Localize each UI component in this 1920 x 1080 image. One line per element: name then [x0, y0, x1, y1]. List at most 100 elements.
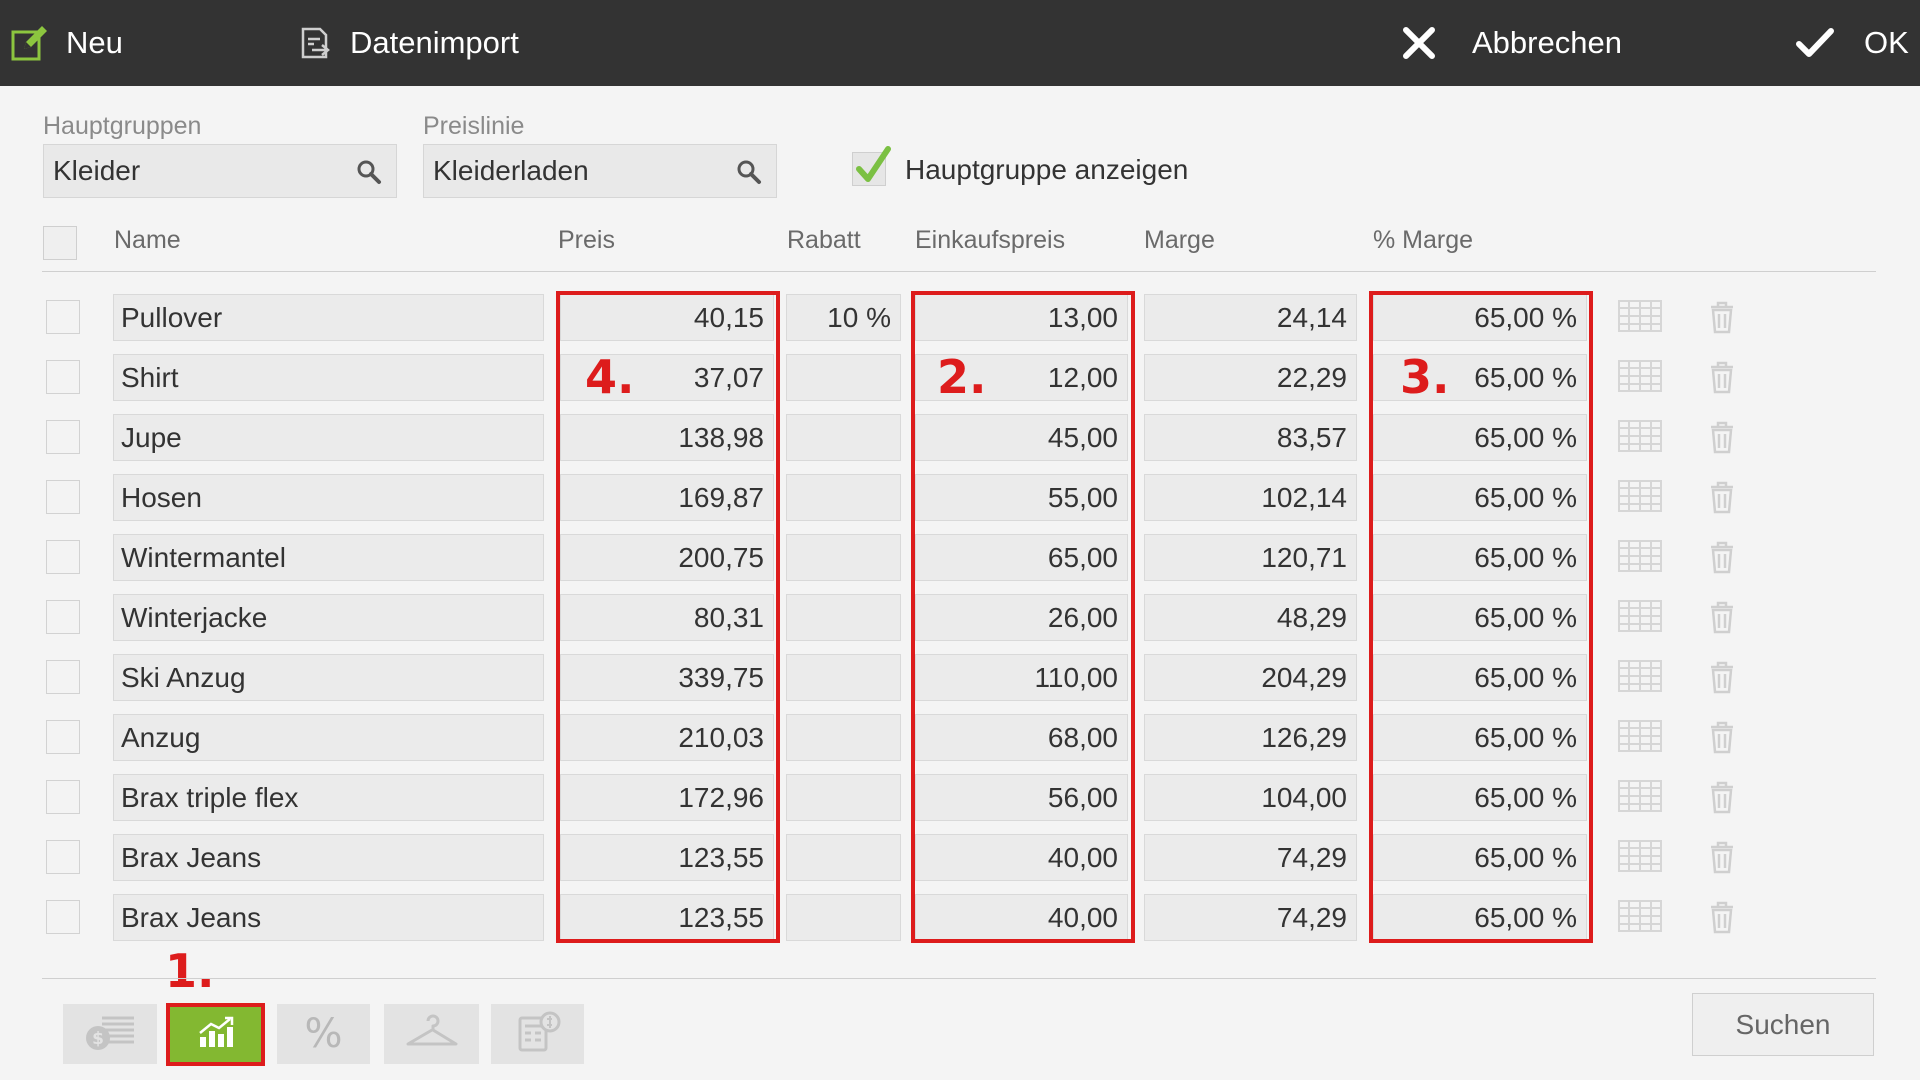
search-button[interactable]: Suchen — [1692, 993, 1874, 1056]
trash-icon[interactable] — [1708, 780, 1736, 819]
margin-percent-cell[interactable]: 65,00 % — [1373, 834, 1587, 881]
column-header-name[interactable]: Name — [114, 226, 181, 255]
grid-table-icon[interactable] — [1618, 600, 1662, 637]
name-cell[interactable]: Hosen — [113, 474, 544, 521]
margin-cell[interactable]: 204,29 — [1144, 654, 1357, 701]
discount-cell[interactable] — [786, 534, 901, 581]
margin-percent-cell[interactable]: 65,00 % — [1373, 894, 1587, 941]
trash-icon[interactable] — [1708, 360, 1736, 399]
row-checkbox[interactable] — [46, 660, 80, 694]
cancel-button[interactable]: Abbrechen — [1402, 0, 1622, 86]
row-checkbox[interactable] — [46, 480, 80, 514]
grid-table-icon[interactable] — [1618, 300, 1662, 337]
purchase-price-cell[interactable]: 26,00 — [915, 594, 1128, 641]
discount-cell[interactable] — [786, 834, 901, 881]
column-header-margin[interactable]: Marge — [1144, 226, 1215, 255]
row-checkbox[interactable] — [46, 420, 80, 454]
trash-icon[interactable] — [1708, 900, 1736, 939]
trash-icon[interactable] — [1708, 480, 1736, 519]
ok-button[interactable]: OK — [1796, 0, 1909, 86]
name-cell[interactable]: Brax Jeans — [113, 894, 544, 941]
price-cell[interactable]: 172,96 — [560, 774, 774, 821]
trash-icon[interactable] — [1708, 720, 1736, 759]
price-cell[interactable]: 210,03 — [560, 714, 774, 761]
trash-icon[interactable] — [1708, 300, 1736, 339]
margin-cell[interactable]: 104,00 — [1144, 774, 1357, 821]
column-header-margin-percent[interactable]: % Marge — [1373, 226, 1473, 255]
discount-cell[interactable] — [786, 894, 901, 941]
search-icon[interactable] — [356, 159, 382, 192]
discount-cell[interactable] — [786, 594, 901, 641]
margin-percent-cell[interactable]: 65,00 % — [1373, 414, 1587, 461]
purchase-price-cell[interactable]: 40,00 — [915, 894, 1128, 941]
grid-table-icon[interactable] — [1618, 780, 1662, 817]
name-cell[interactable]: Shirt — [113, 354, 544, 401]
margin-percent-cell[interactable]: 65,00 % — [1373, 474, 1587, 521]
show-main-group-checkbox[interactable] — [852, 146, 891, 186]
discount-cell[interactable] — [786, 774, 901, 821]
trash-icon[interactable] — [1708, 660, 1736, 699]
price-list-tool-button[interactable]: $ — [63, 1004, 157, 1064]
trash-icon[interactable] — [1708, 600, 1736, 639]
discount-cell[interactable]: 10 % — [786, 294, 901, 341]
margin-cell[interactable]: 102,14 — [1144, 474, 1357, 521]
purchase-price-cell[interactable]: 55,00 — [915, 474, 1128, 521]
purchase-price-cell[interactable]: 13,00 — [915, 294, 1128, 341]
hanger-tool-button[interactable] — [384, 1004, 479, 1064]
discount-cell[interactable] — [786, 414, 901, 461]
main-group-input[interactable]: Kleider — [43, 144, 397, 198]
price-cell[interactable]: 169,87 — [560, 474, 774, 521]
margin-chart-tool-button[interactable] — [170, 1007, 261, 1062]
trash-icon[interactable] — [1708, 420, 1736, 459]
column-header-purchase-price[interactable]: Einkaufspreis — [915, 226, 1065, 255]
margin-cell[interactable]: 22,29 — [1144, 354, 1357, 401]
name-cell[interactable]: Anzug — [113, 714, 544, 761]
purchase-price-cell[interactable]: 56,00 — [915, 774, 1128, 821]
price-calculation-tool-button[interactable] — [491, 1004, 584, 1064]
name-cell[interactable]: Jupe — [113, 414, 544, 461]
discount-cell[interactable] — [786, 654, 901, 701]
trash-icon[interactable] — [1708, 540, 1736, 579]
price-cell[interactable]: 123,55 — [560, 894, 774, 941]
margin-cell[interactable]: 74,29 — [1144, 834, 1357, 881]
name-cell[interactable]: Brax triple flex — [113, 774, 544, 821]
grid-table-icon[interactable] — [1618, 540, 1662, 577]
grid-table-icon[interactable] — [1618, 360, 1662, 397]
price-cell[interactable]: 200,75 — [560, 534, 774, 581]
margin-percent-cell[interactable]: 65,00 % — [1373, 714, 1587, 761]
row-checkbox[interactable] — [46, 300, 80, 334]
price-cell[interactable]: 80,31 — [560, 594, 774, 641]
grid-table-icon[interactable] — [1618, 720, 1662, 757]
margin-cell[interactable]: 24,14 — [1144, 294, 1357, 341]
grid-table-icon[interactable] — [1618, 900, 1662, 937]
margin-percent-cell[interactable]: 65,00 % — [1373, 594, 1587, 641]
grid-table-icon[interactable] — [1618, 840, 1662, 877]
price-cell[interactable]: 40,15 — [560, 294, 774, 341]
margin-percent-cell[interactable]: 65,00 % — [1373, 774, 1587, 821]
column-header-price[interactable]: Preis — [558, 226, 615, 255]
discount-cell[interactable] — [786, 354, 901, 401]
margin-cell[interactable]: 74,29 — [1144, 894, 1357, 941]
row-checkbox[interactable] — [46, 360, 80, 394]
new-button[interactable]: Neu — [10, 0, 123, 86]
name-cell[interactable]: Pullover — [113, 294, 544, 341]
margin-cell[interactable]: 48,29 — [1144, 594, 1357, 641]
name-cell[interactable]: Ski Anzug — [113, 654, 544, 701]
name-cell[interactable]: Winterjacke — [113, 594, 544, 641]
margin-percent-cell[interactable]: 65,00 % — [1373, 294, 1587, 341]
purchase-price-cell[interactable]: 68,00 — [915, 714, 1128, 761]
purchase-price-cell[interactable]: 110,00 — [915, 654, 1128, 701]
row-checkbox[interactable] — [46, 840, 80, 874]
search-icon[interactable] — [736, 159, 762, 192]
row-checkbox[interactable] — [46, 720, 80, 754]
trash-icon[interactable] — [1708, 840, 1736, 879]
price-cell[interactable]: 138,98 — [560, 414, 774, 461]
price-cell[interactable]: 123,55 — [560, 834, 774, 881]
margin-cell[interactable]: 120,71 — [1144, 534, 1357, 581]
row-checkbox[interactable] — [46, 540, 80, 574]
grid-table-icon[interactable] — [1618, 420, 1662, 457]
price-cell[interactable]: 339,75 — [560, 654, 774, 701]
purchase-price-cell[interactable]: 45,00 — [915, 414, 1128, 461]
grid-table-icon[interactable] — [1618, 480, 1662, 517]
margin-cell[interactable]: 126,29 — [1144, 714, 1357, 761]
